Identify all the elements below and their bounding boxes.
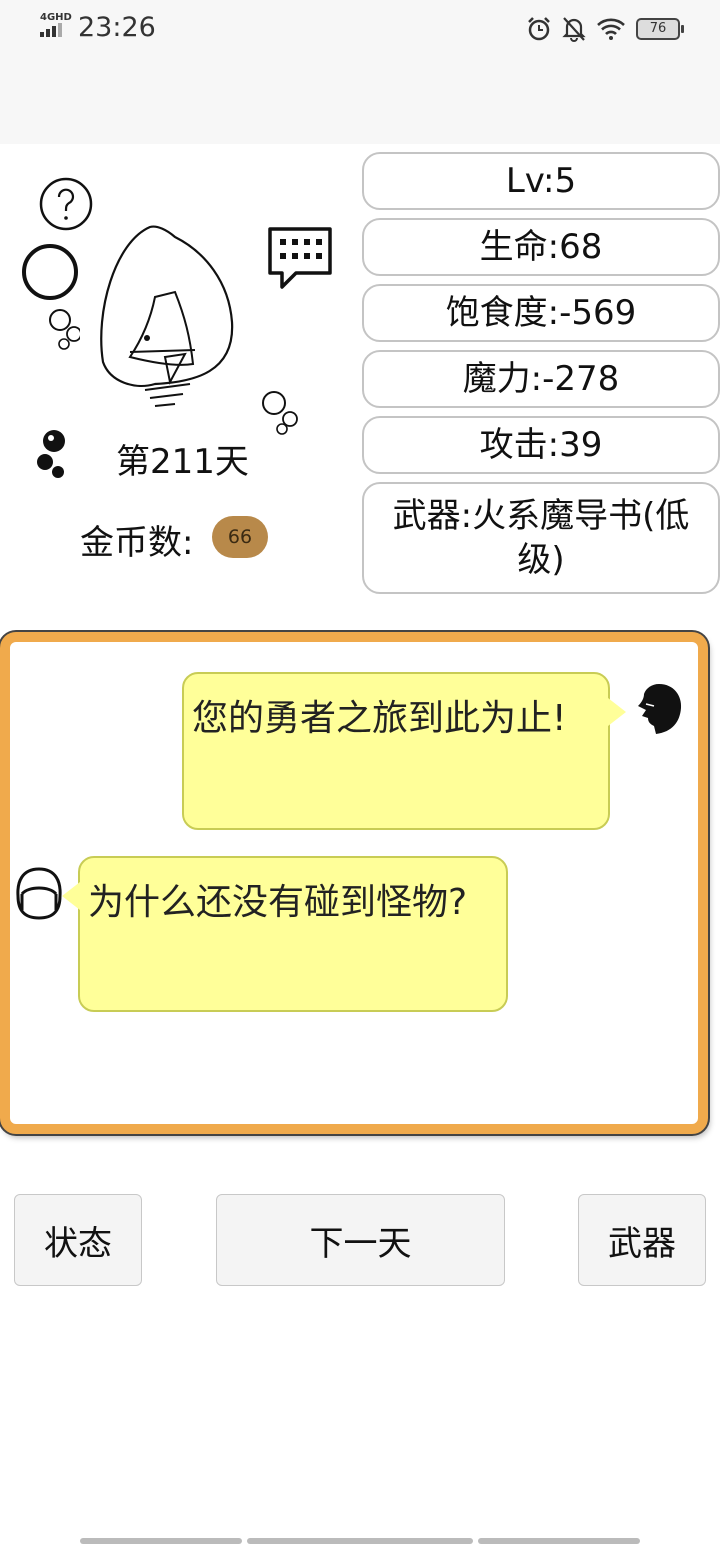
bubbles-filled-icon: [37, 430, 65, 478]
chat-message-icon[interactable]: [266, 225, 334, 291]
chat-message-player: 为什么还没有碰到怪物?: [62, 856, 508, 1012]
coins-value-badge: 66: [212, 516, 268, 558]
next-day-button[interactable]: 下一天: [216, 1194, 505, 1286]
stat-mana[interactable]: 魔力:-278: [362, 350, 720, 408]
wifi-icon: [597, 18, 625, 40]
npc-face-icon: [638, 684, 682, 734]
stat-level[interactable]: Lv:5: [362, 152, 720, 210]
status-icons: 76: [526, 14, 684, 44]
network-indicator: 4GHD: [40, 12, 72, 23]
player-face-icon: [16, 867, 62, 920]
coins-label: 金币数:: [80, 523, 194, 563]
stat-attack[interactable]: 攻击:39: [362, 416, 720, 474]
alarm-icon: [528, 17, 550, 41]
bubble-icon: [22, 244, 80, 350]
chat-message-npc: 您的勇者之旅到此为止!: [182, 672, 626, 830]
help-icon[interactable]: [38, 176, 94, 232]
weapon-button[interactable]: 武器: [578, 1194, 706, 1286]
nav-gesture-bar: [80, 1538, 242, 1544]
avatar-hooded-character: [100, 225, 234, 407]
clock-time: 23:26: [78, 12, 156, 43]
stat-weapon[interactable]: 武器:火系魔导书(低级): [362, 482, 720, 594]
status-bar: 4GHD 23:26 76: [0, 0, 720, 144]
day-counter: 第211天: [116, 442, 249, 482]
nav-gesture-bar: [247, 1538, 473, 1544]
stat-health[interactable]: 生命:68: [362, 218, 720, 276]
status-button[interactable]: 状态: [14, 1194, 142, 1286]
nav-gesture-bar: [478, 1538, 640, 1544]
battery-icon: 76: [636, 18, 684, 40]
bell-muted-icon: [562, 17, 586, 42]
bubbles-outline-icon: [262, 391, 298, 435]
chat-panel: 您的勇者之旅到此为止! 为什么还没有碰到怪物?: [0, 632, 708, 1134]
stat-satiety[interactable]: 饱食度:-569: [362, 284, 720, 342]
